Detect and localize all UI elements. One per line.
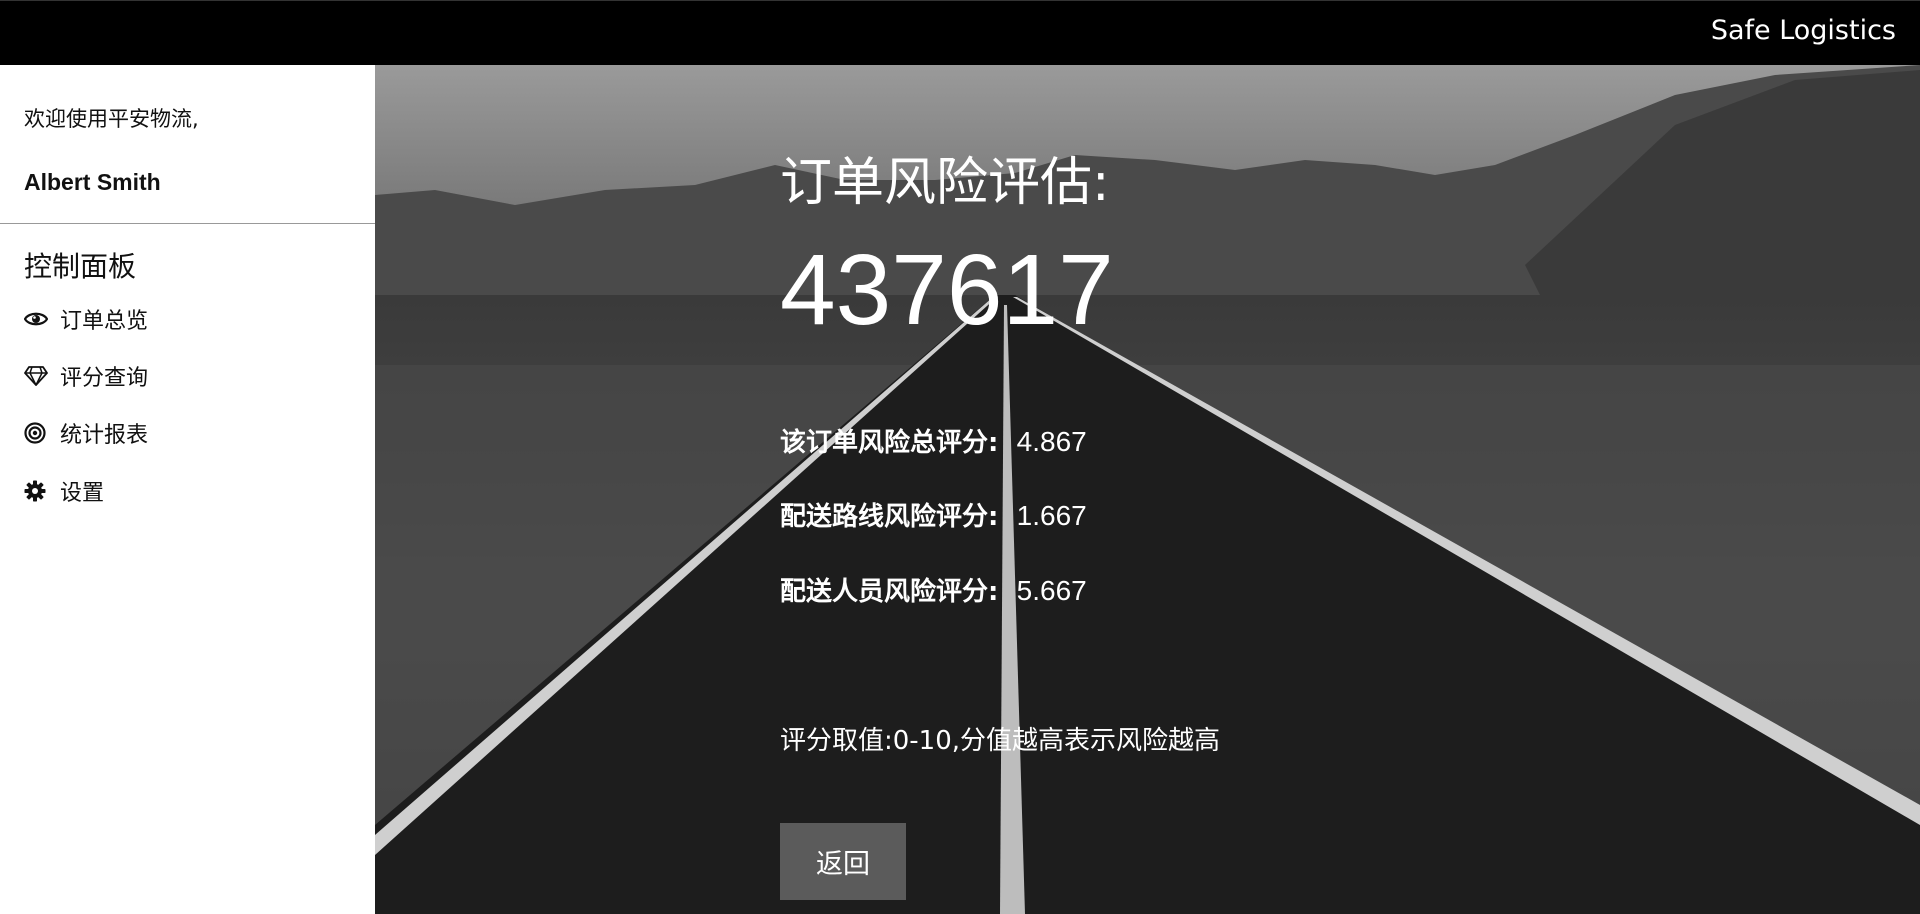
brand-name: Safe Logistics	[1710, 15, 1896, 46]
eye-icon	[24, 306, 54, 332]
target-icon	[24, 420, 54, 446]
page-title: 订单风险评估:	[780, 153, 1110, 213]
order-number: 437617	[780, 234, 1114, 346]
route-risk-score: 配送路线风险评分: 1.667	[780, 496, 1087, 533]
sidebar-item-label: 设置	[60, 481, 105, 506]
total-risk-score: 该订单风险总评分: 4.867	[780, 422, 1087, 459]
sidebar-item-statistics[interactable]: 统计报表	[24, 417, 148, 449]
score-value: 4.867	[1016, 426, 1087, 457]
score-value: 5.667	[1016, 575, 1087, 606]
diamond-icon	[24, 363, 54, 389]
sidebar-item-label: 订单总览	[60, 309, 149, 334]
sidebar-item-label: 评分查询	[60, 366, 149, 391]
courier-risk-score: 配送人员风险评分: 5.667	[780, 571, 1087, 608]
score-value: 1.667	[1016, 500, 1087, 531]
sidebar-divider	[0, 223, 375, 224]
score-label: 配送路线风险评分:	[780, 502, 999, 532]
top-bar: Safe Logistics	[0, 0, 1920, 65]
sidebar-item-order-overview[interactable]: 订单总览	[24, 303, 148, 335]
score-range-note: 评分取值:0-10,分值越高表示风险越高	[780, 726, 1221, 756]
score-label: 该订单风险总评分:	[780, 428, 999, 458]
sidebar: 欢迎使用平安物流, Albert Smith 控制面板 订单总览 评分查询 统计…	[0, 65, 375, 914]
control-panel-title: 控制面板	[24, 250, 137, 283]
road-background-image	[375, 65, 1920, 914]
welcome-text: 欢迎使用平安物流,	[24, 107, 199, 131]
user-name: Albert Smith	[24, 169, 161, 195]
gear-icon	[24, 478, 54, 504]
main-content: 订单风险评估: 437617 该订单风险总评分: 4.867 配送路线风险评分:…	[375, 65, 1920, 914]
sidebar-item-settings[interactable]: 设置	[24, 475, 104, 507]
score-label: 配送人员风险评分:	[780, 577, 999, 607]
back-button[interactable]: 返回	[780, 823, 906, 900]
sidebar-item-label: 统计报表	[60, 423, 149, 448]
sidebar-item-score-query[interactable]: 评分查询	[24, 360, 148, 392]
